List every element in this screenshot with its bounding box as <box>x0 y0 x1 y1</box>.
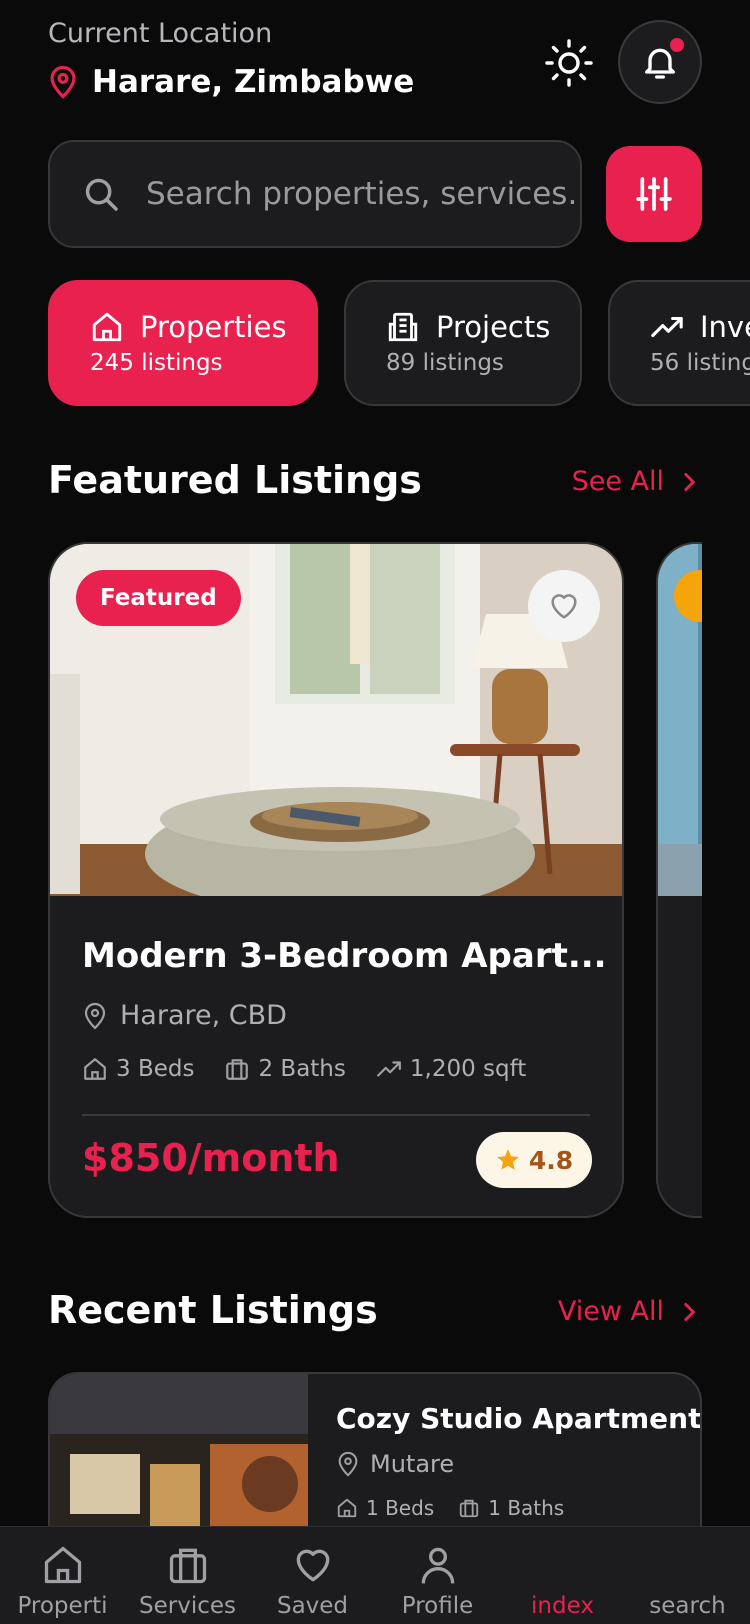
home-icon <box>44 1546 82 1584</box>
location-city: Harare, Zimbabwe <box>92 64 415 100</box>
card-divider <box>82 1114 590 1116</box>
bottom-tab-bar: Properti Services Saved Profile index se… <box>0 1526 750 1624</box>
see-all-link[interactable]: See All <box>572 466 702 497</box>
map-pin-icon <box>338 1451 358 1477</box>
search-placeholder: Search properties, services... <box>146 176 580 212</box>
recent-header: Recent Listings View All <box>48 1288 702 1338</box>
listing-meta: 1 Beds 1 Baths <box>336 1496 588 1520</box>
user-icon <box>421 1547 455 1584</box>
tab-label: Profile <box>401 1593 474 1619</box>
category-investments[interactable]: Investments 56 listings <box>608 280 750 406</box>
category-count: 89 listings <box>386 350 504 376</box>
category-count: 245 listings <box>90 350 223 376</box>
beds-text: 1 Beds <box>366 1496 435 1520</box>
next-listing-card[interactable] <box>656 542 702 1218</box>
heart-icon <box>296 1549 330 1582</box>
rating-value: 4.8 <box>528 1145 574 1175</box>
area-text: 1,200 sqft <box>409 1056 527 1082</box>
beds-info: 3 Beds <box>82 1056 194 1082</box>
listing-photo <box>658 544 702 896</box>
heart-icon <box>551 594 577 619</box>
listing-price: $850/month <box>82 1136 340 1180</box>
category-label: Projects <box>436 310 551 344</box>
tab-label: Services <box>139 1593 236 1619</box>
sun-icon[interactable] <box>544 38 594 88</box>
home-icon <box>84 1058 106 1080</box>
search-icon <box>85 178 118 211</box>
chevron-right-icon <box>684 1302 695 1321</box>
header: Current Location Harare, Zimbabwe <box>48 18 702 108</box>
tab-properties[interactable]: Properti <box>0 1527 125 1624</box>
building-icon <box>388 312 418 342</box>
briefcase-icon <box>169 1548 207 1584</box>
tab-index[interactable]: index <box>500 1527 625 1624</box>
trending-up-icon <box>651 316 683 338</box>
location-caption: Current Location <box>48 18 273 49</box>
briefcase-icon <box>226 1059 249 1080</box>
tab-label: Properti <box>17 1593 108 1619</box>
briefcase-icon <box>460 1499 479 1518</box>
featured-badge: Featured <box>76 570 241 626</box>
tab-search[interactable]: search <box>625 1527 750 1624</box>
baths-info: 2 Baths <box>224 1056 346 1082</box>
location-text: Harare, CBD <box>120 1000 287 1031</box>
baths-text: 1 Baths <box>488 1496 565 1520</box>
notifications-button[interactable] <box>618 20 702 104</box>
see-all-label: See All <box>571 466 664 497</box>
category-count: 56 listings <box>650 350 750 376</box>
listing-meta: 3 Beds 2 Baths 1,200 sqft <box>82 1056 556 1082</box>
featured-listing-card[interactable]: Featured Modern 3-Bedroom Apart... Harar… <box>48 542 624 1218</box>
tab-label: search <box>649 1593 726 1619</box>
rating-badge: 4.8 <box>476 1132 592 1188</box>
chevron-right-icon <box>684 472 695 491</box>
category-row: Properties 245 listings Projects 89 list… <box>48 280 750 406</box>
map-pin-icon <box>50 65 76 99</box>
beds-info: 1 Beds <box>336 1496 434 1520</box>
listing-title: Modern 3-Bedroom Apart... <box>82 936 607 976</box>
tab-profile[interactable]: Profile <box>375 1527 500 1624</box>
category-properties[interactable]: Properties 245 listings <box>48 280 318 406</box>
star-icon <box>497 1149 519 1170</box>
location-selector[interactable]: Harare, Zimbabwe <box>48 64 414 100</box>
favorite-button[interactable] <box>528 570 600 642</box>
search-input[interactable]: Search properties, services... <box>48 140 582 248</box>
next-listing-card-body <box>656 542 702 1218</box>
baths-info: 1 Baths <box>458 1496 564 1520</box>
category-label: Properties <box>140 310 287 344</box>
area-info: 1,200 sqft <box>376 1056 526 1082</box>
location-text: Mutare <box>370 1450 455 1478</box>
featured-title: Featured Listings <box>48 458 422 502</box>
listing-location: Harare, CBD <box>82 1000 287 1031</box>
tab-label: index <box>531 1593 594 1619</box>
listing-location: Mutare <box>336 1450 454 1478</box>
home-icon <box>337 1498 357 1518</box>
tab-saved[interactable]: Saved <box>250 1527 375 1624</box>
category-label: Investments <box>700 310 750 344</box>
listing-title: Cozy Studio Apartment <box>336 1402 702 1435</box>
view-all-label: View All <box>557 1296 664 1327</box>
baths-text: 2 Baths <box>258 1056 346 1082</box>
notification-dot <box>670 38 684 52</box>
sliders-icon <box>636 177 672 211</box>
tab-services[interactable]: Services <box>125 1527 250 1624</box>
filter-button[interactable] <box>606 146 702 242</box>
view-all-link[interactable]: View All <box>558 1296 702 1327</box>
map-pin-icon <box>84 1002 106 1030</box>
featured-header: Featured Listings See All <box>48 458 702 508</box>
beds-text: 3 Beds <box>116 1056 195 1082</box>
home-icon <box>92 312 122 342</box>
trending-up-icon <box>376 1061 401 1077</box>
category-projects[interactable]: Projects 89 listings <box>344 280 582 406</box>
tab-label: Saved <box>276 1593 349 1619</box>
recent-title: Recent Listings <box>48 1288 378 1332</box>
